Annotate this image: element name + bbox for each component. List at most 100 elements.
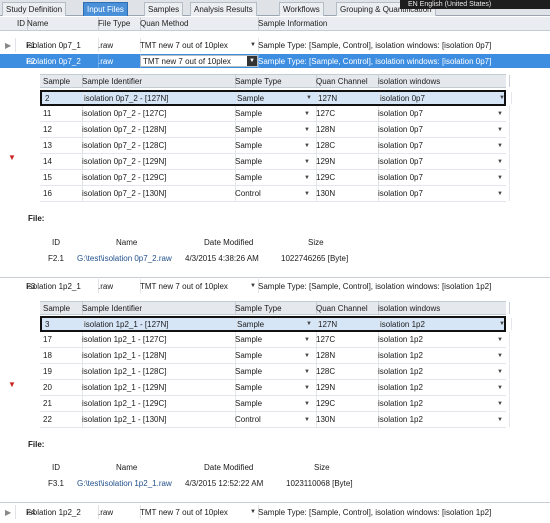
- dropdown-arrow-icon[interactable]: ▼: [499, 95, 505, 101]
- sample-row[interactable]: 15 isolation 0p7_2 - [129C] Sample ▼ 129C iso…: [40, 170, 510, 186]
- file-row-f4[interactable]: ▶ isolation 1p2_2 .raw TMT new 7 out of …: [0, 505, 550, 519]
- file-row-f1[interactable]: ▶ isolation 0p7_1 .raw TMT new 7 out of …: [0, 38, 550, 52]
- dropdown-arrow-icon[interactable]: ▼: [497, 175, 503, 181]
- dropdown-arrow-icon[interactable]: ▼: [497, 353, 503, 359]
- sample-row[interactable]: 13 isolation 0p7_2 - [128C] Sample ▼ 128C iso…: [40, 138, 510, 154]
- col-identifier-header[interactable]: Sample Identifier: [79, 302, 236, 314]
- dropdown-arrow-icon[interactable]: ▼: [497, 385, 503, 391]
- dropdown-arrow-icon[interactable]: ▼: [306, 95, 312, 101]
- tab-analysis-results[interactable]: Analysis Results: [190, 2, 257, 16]
- isolation-windows-dropdown[interactable]: isolation 0p7 ▼: [375, 154, 510, 169]
- dropdown-arrow-icon[interactable]: ▼: [497, 337, 503, 343]
- sample-type-dropdown[interactable]: Sample ▼: [232, 396, 317, 411]
- quan-method-dropdown[interactable]: TMT new 7 out of 10plex ▼: [137, 54, 259, 68]
- dropdown-arrow-icon[interactable]: ▼: [497, 143, 503, 149]
- isolation-windows-dropdown[interactable]: isolation 0p7 ▼: [375, 138, 510, 153]
- dropdown-arrow-icon[interactable]: ▼: [304, 353, 310, 359]
- col-sample-type-header[interactable]: Sample Type: [232, 302, 317, 314]
- dropdown-arrow-icon[interactable]: ▼: [304, 401, 310, 407]
- sample-type-dropdown[interactable]: Control ▼: [232, 412, 317, 427]
- sample-type-dropdown[interactable]: Sample ▼: [232, 170, 317, 185]
- sample-row[interactable]: 11 isolation 0p7_2 - [127C] Sample ▼ 127C iso…: [40, 106, 510, 122]
- isolation-windows-dropdown[interactable]: isolation 0p7 ▼: [375, 122, 510, 137]
- dropdown-arrow-icon[interactable]: ▼: [497, 111, 503, 117]
- sample-type-dropdown[interactable]: Sample ▼: [234, 92, 319, 104]
- col-sample-header[interactable]: Sample: [40, 302, 83, 314]
- sample-row[interactable]: 17 isolation 1p2_1 - [127C] Sample ▼ 127C iso…: [40, 332, 510, 348]
- tab-workflows[interactable]: Workflows: [279, 2, 324, 16]
- isolation-windows-dropdown[interactable]: isolation 1p2 ▼: [375, 332, 510, 347]
- dropdown-arrow-icon[interactable]: ▼: [497, 159, 503, 165]
- sample-type-dropdown[interactable]: Sample ▼: [232, 348, 317, 363]
- expanded-row-icon[interactable]: ▼: [8, 380, 16, 389]
- dropdown-arrow-icon[interactable]: ▼: [304, 369, 310, 375]
- sample-type-dropdown[interactable]: Sample ▼: [232, 122, 317, 137]
- sample-type-dropdown[interactable]: Sample ▼: [232, 138, 317, 153]
- sample-type-dropdown[interactable]: Sample ▼: [232, 332, 317, 347]
- col-file-type-header[interactable]: File Type: [95, 17, 141, 30]
- col-sample-header[interactable]: Sample: [40, 75, 83, 87]
- sample-row[interactable]: 21 isolation 1p2_1 - [129C] Sample ▼ 129C iso…: [40, 396, 510, 412]
- dropdown-arrow-icon[interactable]: ▼: [304, 159, 310, 165]
- file-row-f2[interactable]: isolation 0p7_2 .raw TMT new 7 out of 10…: [0, 54, 550, 68]
- dropdown-arrow-icon[interactable]: ▼: [304, 191, 310, 197]
- col-isolation-windows-header[interactable]: isolation windows: [375, 75, 510, 87]
- dropdown-arrow-icon[interactable]: ▼: [304, 337, 310, 343]
- col-sample-info-header[interactable]: Sample Information: [255, 17, 550, 30]
- sample-type-dropdown[interactable]: Control ▼: [232, 186, 317, 201]
- sample-row[interactable]: 20 isolation 1p2_1 - [129N] Sample ▼ 129N iso…: [40, 380, 510, 396]
- isolation-windows-dropdown[interactable]: isolation 0p7 ▼: [375, 170, 510, 185]
- file-row-f3[interactable]: isolation 1p2_1 .raw TMT new 7 out of 10…: [0, 279, 550, 293]
- tab-samples[interactable]: Samples: [144, 2, 184, 16]
- sample-row[interactable]: 22 isolation 1p2_1 - [130N] Control ▼ 130N is…: [40, 412, 510, 428]
- tab-study-definition[interactable]: Study Definition: [2, 2, 67, 16]
- col-sample-type-header[interactable]: Sample Type: [232, 75, 317, 87]
- dropdown-arrow-icon[interactable]: ▼: [497, 417, 503, 423]
- file-detail-path[interactable]: G:\test\isolation 0p7_2.raw: [77, 254, 172, 263]
- isolation-windows-dropdown[interactable]: isolation 0p7 ▼: [377, 92, 512, 104]
- dropdown-arrow-icon[interactable]: ▼: [499, 321, 505, 327]
- isolation-windows-dropdown[interactable]: isolation 1p2 ▼: [375, 348, 510, 363]
- col-quan-method-header[interactable]: Quan Method: [137, 17, 259, 30]
- dropdown-arrow-icon[interactable]: ▼: [497, 401, 503, 407]
- col-quan-channel-header[interactable]: Quan Channel: [313, 75, 379, 87]
- expanded-row-icon[interactable]: ▼: [8, 153, 16, 162]
- sample-type-dropdown[interactable]: Sample ▼: [232, 380, 317, 395]
- isolation-windows-dropdown[interactable]: isolation 1p2 ▼: [377, 318, 512, 330]
- col-identifier-header[interactable]: Sample Identifier: [79, 75, 236, 87]
- sample-row[interactable]: 16 isolation 0p7_2 - [130N] Control ▼ 130N is…: [40, 186, 510, 202]
- sample-row[interactable]: 3 isolation 1p2_1 - [127N] Sample ▼ 127N isol…: [40, 316, 512, 332]
- sample-type-dropdown[interactable]: Sample ▼: [232, 106, 317, 121]
- dropdown-arrow-icon[interactable]: ▼: [497, 127, 503, 133]
- sample-row[interactable]: 2 isolation 0p7_2 - [127N] Sample ▼ 127N isol…: [40, 90, 512, 106]
- isolation-windows-dropdown[interactable]: isolation 1p2 ▼: [375, 380, 510, 395]
- quan-method-dropdown[interactable]: TMT new 7 out of 10plex ▼: [137, 505, 259, 519]
- sample-row[interactable]: 12 isolation 0p7_2 - [128N] Sample ▼ 128N iso…: [40, 122, 510, 138]
- expand-row-icon[interactable]: ▶: [2, 38, 16, 52]
- dropdown-arrow-icon[interactable]: ▼: [304, 385, 310, 391]
- isolation-windows-dropdown[interactable]: isolation 0p7 ▼: [375, 106, 510, 121]
- isolation-windows-dropdown[interactable]: isolation 1p2 ▼: [375, 396, 510, 411]
- file-detail-path[interactable]: G:\test\isolation 1p2_1.raw: [77, 479, 172, 488]
- dropdown-arrow-icon[interactable]: ▼: [304, 111, 310, 117]
- isolation-windows-dropdown[interactable]: isolation 1p2 ▼: [375, 364, 510, 379]
- sample-type-dropdown[interactable]: Sample ▼: [232, 364, 317, 379]
- dropdown-arrow-icon[interactable]: ▼: [497, 369, 503, 375]
- isolation-windows-dropdown[interactable]: isolation 0p7 ▼: [375, 186, 510, 201]
- dropdown-arrow-icon[interactable]: ▼: [304, 143, 310, 149]
- sample-row[interactable]: 14 isolation 0p7_2 - [129N] Sample ▼ 129N iso…: [40, 154, 510, 170]
- col-name-header[interactable]: Name: [24, 17, 99, 30]
- sample-type-dropdown[interactable]: Sample ▼: [234, 318, 319, 330]
- dropdown-arrow-icon[interactable]: ▼: [306, 321, 312, 327]
- isolation-windows-dropdown[interactable]: isolation 1p2 ▼: [375, 412, 510, 427]
- tab-input-files[interactable]: Input Files: [83, 2, 128, 16]
- sample-row[interactable]: 19 isolation 1p2_1 - [128C] Sample ▼ 128C iso…: [40, 364, 510, 380]
- col-isolation-windows-header[interactable]: isolation windows: [375, 302, 510, 314]
- dropdown-arrow-icon[interactable]: ▼: [304, 127, 310, 133]
- dropdown-arrow-icon[interactable]: ▼: [304, 417, 310, 423]
- quan-method-dropdown[interactable]: TMT new 7 out of 10plex ▼: [137, 38, 259, 52]
- expand-row-icon[interactable]: ▶: [2, 505, 16, 519]
- quan-method-dropdown[interactable]: TMT new 7 out of 10plex ▼: [137, 279, 259, 293]
- dropdown-arrow-icon[interactable]: ▼: [497, 191, 503, 197]
- dropdown-arrow-icon[interactable]: ▼: [304, 175, 310, 181]
